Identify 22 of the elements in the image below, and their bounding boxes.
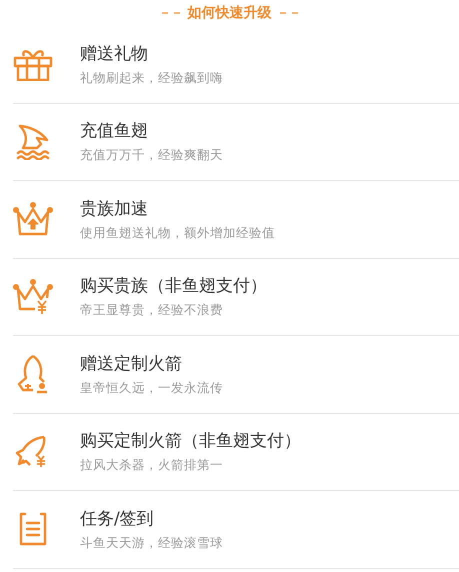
clipboard-icon (19, 512, 47, 546)
item-description: 充值万万千，经验爽翻天 (80, 147, 223, 164)
item-title[interactable]: 任务/签到 (80, 506, 154, 530)
item-title[interactable]: 充值鱼翅 (80, 119, 148, 142)
item-title[interactable]: 贵族加速 (80, 196, 148, 220)
item-description: 礼物刷起来，经验飙到嗨 (80, 70, 223, 87)
crown-yen-icon (13, 278, 53, 315)
shark-fin-icon (15, 124, 51, 160)
dash-decoration (280, 12, 298, 14)
item-title[interactable]: 赠送定制火箭 (80, 352, 182, 375)
gift-icon (13, 47, 53, 82)
dash-decoration (162, 12, 180, 14)
crown-icon (13, 202, 53, 236)
item-description: 帝王显尊贵，经验不浪费 (80, 302, 223, 320)
item-title[interactable]: 购买贵族（非鱼翅支付） (80, 274, 267, 298)
item-description: 使用鱼翅送礼物，额外增加经验值 (80, 224, 275, 242)
item-description: 斗鱼天天游，经验滚雪球 (80, 534, 223, 552)
item-title[interactable]: 购买定制火箭（非鱼翅支付） (80, 429, 301, 452)
item-title[interactable]: 赠送礼物 (80, 42, 148, 65)
item-description: 皇帝恒久远，一发永流传 (80, 380, 223, 397)
section-title: 如何快速升级 (188, 4, 272, 22)
item-description: 拉风大杀器，火箭排第一 (80, 457, 223, 474)
